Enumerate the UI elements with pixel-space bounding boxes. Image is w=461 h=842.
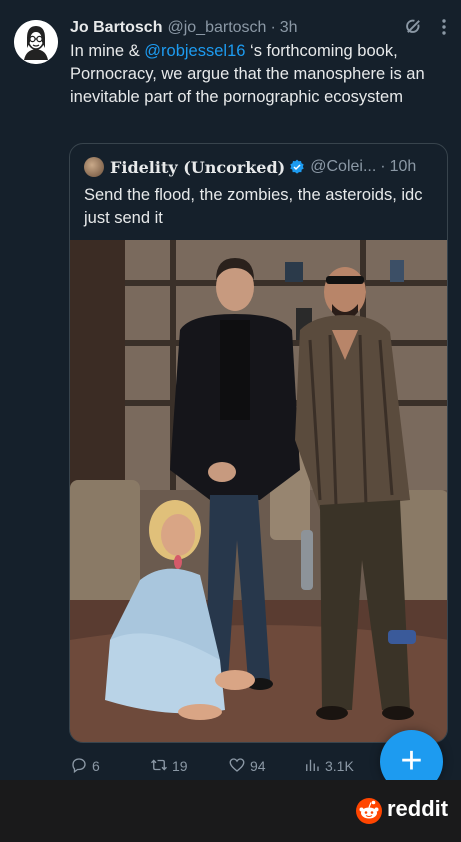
reply-button[interactable]: 6 <box>70 754 100 778</box>
repost-button[interactable]: 19 <box>150 754 188 778</box>
quoted-tweet-photo[interactable] <box>70 240 447 742</box>
more-icon[interactable] <box>441 18 447 39</box>
tweet[interactable]: Jo Bartosch @jo_bartosch · 3h In mine & … <box>0 6 461 793</box>
tweet-header: Jo Bartosch @jo_bartosch · 3h <box>70 16 447 40</box>
repost-count: 19 <box>172 758 188 774</box>
tweet-text-part: In mine & <box>70 42 145 60</box>
mention-link[interactable]: @robjessel16 <box>144 42 245 60</box>
like-button[interactable]: 94 <box>228 754 266 778</box>
author-name[interactable]: Jo Bartosch <box>70 19 162 37</box>
quoted-tweet-text: Send the flood, the zombies, the asteroi… <box>84 186 423 227</box>
quoted-tweet[interactable]: Fidelity (Uncorked) @Colei... · 10h Send… <box>69 143 448 743</box>
like-count: 94 <box>250 758 266 774</box>
quoted-tweet-header: Fidelity (Uncorked) @Colei... · 10h <box>84 156 435 178</box>
author-avatar[interactable] <box>14 20 58 64</box>
reddit-logo-icon <box>356 798 382 824</box>
like-icon <box>228 756 246 777</box>
reddit-wordmark: reddit <box>387 796 449 821</box>
quoted-author-avatar[interactable] <box>84 157 104 177</box>
verified-badge-icon <box>289 159 305 175</box>
reply-icon <box>70 756 88 777</box>
views-button[interactable]: 3.1K <box>303 754 354 778</box>
author-handle[interactable]: @jo_bartosch <box>167 19 266 37</box>
tweet-time[interactable]: 3h <box>280 19 298 37</box>
quoted-author-handle[interactable]: @Colei... <box>310 158 376 176</box>
quoted-tweet-time[interactable]: 10h <box>390 158 417 176</box>
reddit-footer: reddit <box>0 780 461 842</box>
views-icon <box>303 756 321 777</box>
reply-count: 6 <box>92 758 100 774</box>
separator: · <box>380 158 386 175</box>
separator: · <box>270 19 276 36</box>
tweet-text: In mine & @robjessel16 ‘s forthcoming bo… <box>70 40 450 109</box>
quoted-author-name[interactable]: Fidelity (Uncorked) <box>110 158 285 177</box>
views-count: 3.1K <box>325 758 354 774</box>
grok-icon[interactable] <box>404 17 423 39</box>
tweet-actions: 6 19 94 3.1K <box>70 754 370 778</box>
repost-icon <box>150 756 168 777</box>
header-icons <box>404 16 447 40</box>
